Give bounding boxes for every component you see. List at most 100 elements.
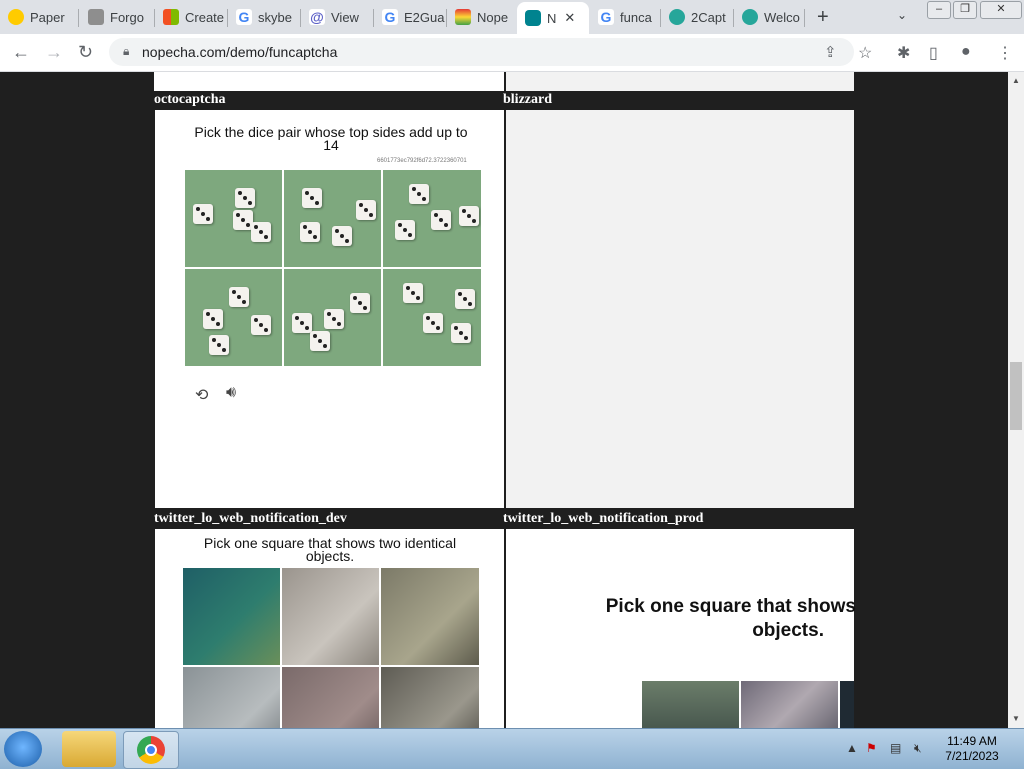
clock-time: 11:49 AM [947, 734, 997, 748]
restore-button[interactable]: ❐ [953, 1, 977, 19]
twitter-dev-frame: Pick one square that shows two identical… [155, 529, 504, 728]
tab-funcaptcha[interactable]: Gfunca [590, 4, 660, 30]
share-icon[interactable]: ⇪ [824, 43, 837, 61]
2captcha-icon [742, 9, 758, 25]
tab-nope[interactable]: Nope [447, 4, 517, 30]
extensions-puzzle-icon[interactable]: ✱ [897, 43, 910, 63]
object-tile[interactable] [183, 568, 280, 665]
object-tile[interactable] [282, 568, 379, 665]
tab-label: Forgo [110, 9, 144, 25]
object-tile[interactable] [741, 681, 838, 728]
reload-icon[interactable]: ↻ [78, 42, 93, 63]
tab-create[interactable]: Create [155, 4, 227, 30]
captcha-prompt-line1: Pick one square that shows [605, 596, 856, 617]
object-tile[interactable] [282, 667, 379, 728]
2captcha-icon [669, 9, 685, 25]
back-arrow-icon[interactable]: ← [12, 42, 30, 63]
network-icon[interactable]: ▤ [890, 741, 901, 755]
tab-strip: Paper Forgo Create Gskybe @ View G E2Gua N… [0, 0, 1024, 34]
tab-label: Create [185, 9, 225, 25]
tab-search-chevron-icon[interactable]: ⌄ [897, 8, 907, 22]
object-tile[interactable] [840, 681, 854, 728]
tab-view[interactable]: @ View [301, 4, 373, 30]
dice-tile[interactable] [383, 269, 481, 366]
bookmark-star-icon[interactable]: ☆ [858, 43, 872, 63]
tab-label: funca [620, 9, 652, 25]
session-id: 6601773ec792f6d72.3722360701 [377, 158, 467, 164]
new-tab-button[interactable]: + [817, 7, 829, 27]
tab-label: skybe [258, 9, 292, 25]
chrome-taskbar-button[interactable] [123, 731, 179, 769]
windows-taskbar: ▲ ⚑ ▤ 🔇︎ 11:49 AM 7/21/2023 [0, 728, 1024, 769]
dice-tile[interactable] [185, 170, 282, 267]
tab-label: Nope [477, 9, 509, 25]
google-icon: G [236, 9, 252, 25]
tab-2captcha[interactable]: 2Capt [661, 4, 733, 30]
tab-label: Welco [764, 9, 800, 25]
page-scrollbar[interactable]: ▲ ▼ [1008, 72, 1024, 728]
address-bar[interactable]: 🔒︎ nopecha.com/demo/funcaptcha ⇪ [109, 38, 854, 66]
object-tile[interactable] [381, 667, 479, 728]
twitter-dev-label: twitter_lo_web_notification_dev [154, 511, 347, 526]
dice-tile[interactable] [284, 269, 381, 366]
clock-date: 7/21/2023 [945, 749, 999, 763]
browser-toolbar: ← → ↻ 🔒︎ nopecha.com/demo/funcaptcha ⇪ ☆… [0, 34, 1024, 72]
previous-cell-left [154, 72, 504, 91]
file-explorer-icon[interactable] [62, 731, 116, 767]
twitter-prod-frame: Pick one square that shows objects. [506, 529, 856, 728]
windows-start-button[interactable] [4, 731, 42, 767]
object-tile[interactable] [381, 568, 479, 665]
menu-kebab-icon[interactable]: ⋮ [997, 43, 1013, 63]
gamepad-icon [8, 9, 24, 25]
lock-icon: 🔒︎ [123, 44, 130, 58]
close-tab-icon[interactable]: ✕ [564, 10, 575, 26]
minimize-button[interactable]: – [927, 1, 951, 19]
reload-captcha-icon[interactable]: ⟲ [195, 385, 208, 405]
tab-welcome[interactable]: Welco [734, 4, 804, 30]
octocaptcha-label: octocaptcha [154, 92, 226, 107]
page-viewport: octocaptcha blizzard Pick the dice pair … [0, 72, 1008, 728]
previous-cell-right [506, 72, 854, 91]
object-tile[interactable] [642, 681, 739, 728]
scrollbar-thumb[interactable] [1010, 362, 1022, 430]
scroll-down-arrow-icon[interactable]: ▼ [1012, 714, 1020, 723]
tab-label: 2Capt [691, 9, 726, 25]
tab-forgot[interactable]: Forgo [80, 4, 154, 30]
tab-e2guard[interactable]: G E2Gua [374, 4, 446, 30]
tab-label: Paper [30, 9, 65, 25]
forward-arrow-icon[interactable]: → [45, 42, 63, 63]
tab-label: E2Gua [404, 9, 445, 25]
tab-skybe[interactable]: Gskybe [228, 4, 300, 30]
twitter-prod-label: twitter_lo_web_notification_prod [503, 511, 704, 526]
show-hidden-icons-arrow[interactable]: ▲ [846, 741, 858, 755]
rainbow-icon [455, 9, 471, 25]
at-sign-icon: @ [309, 9, 325, 25]
captcha-prompt-line2: objects. [752, 620, 824, 641]
volume-muted-icon[interactable]: 🔇︎ [914, 741, 922, 756]
infinity-icon [88, 9, 104, 25]
system-clock[interactable]: 11:49 AM 7/21/2023 [940, 734, 1004, 764]
google-icon: G [382, 9, 398, 25]
blizzard-label: blizzard [503, 92, 552, 107]
scroll-up-arrow-icon[interactable]: ▲ [1012, 76, 1020, 85]
tab-nopecha-active[interactable]: N ✕ [517, 2, 589, 34]
tab-label: View [331, 9, 359, 25]
tab-paper[interactable]: Paper [0, 4, 78, 30]
dice-tile[interactable] [383, 170, 481, 267]
chrome-icon [137, 736, 165, 764]
robot-icon [525, 10, 541, 26]
objects-image-grid [183, 568, 479, 728]
side-panel-icon[interactable]: ▯ [929, 43, 938, 63]
dice-tile[interactable] [185, 269, 282, 366]
close-window-button[interactable]: ✕ [980, 1, 1022, 19]
url-text[interactable]: nopecha.com/demo/funcaptcha [142, 44, 337, 60]
captcha-prompt: Pick one square that shows two identical… [203, 535, 457, 564]
tab-label: N [547, 10, 557, 26]
action-center-flag-icon[interactable]: ⚑ [866, 741, 877, 755]
blizzard-frame [506, 110, 854, 508]
captcha-prompt: Pick the dice pair whose top sides add u… [194, 124, 468, 153]
profile-avatar-icon[interactable]: ● [961, 43, 971, 61]
dice-tile[interactable] [284, 170, 381, 267]
audio-speaker-icon[interactable]: 🔊︎ [226, 384, 236, 402]
object-tile[interactable] [183, 667, 280, 728]
